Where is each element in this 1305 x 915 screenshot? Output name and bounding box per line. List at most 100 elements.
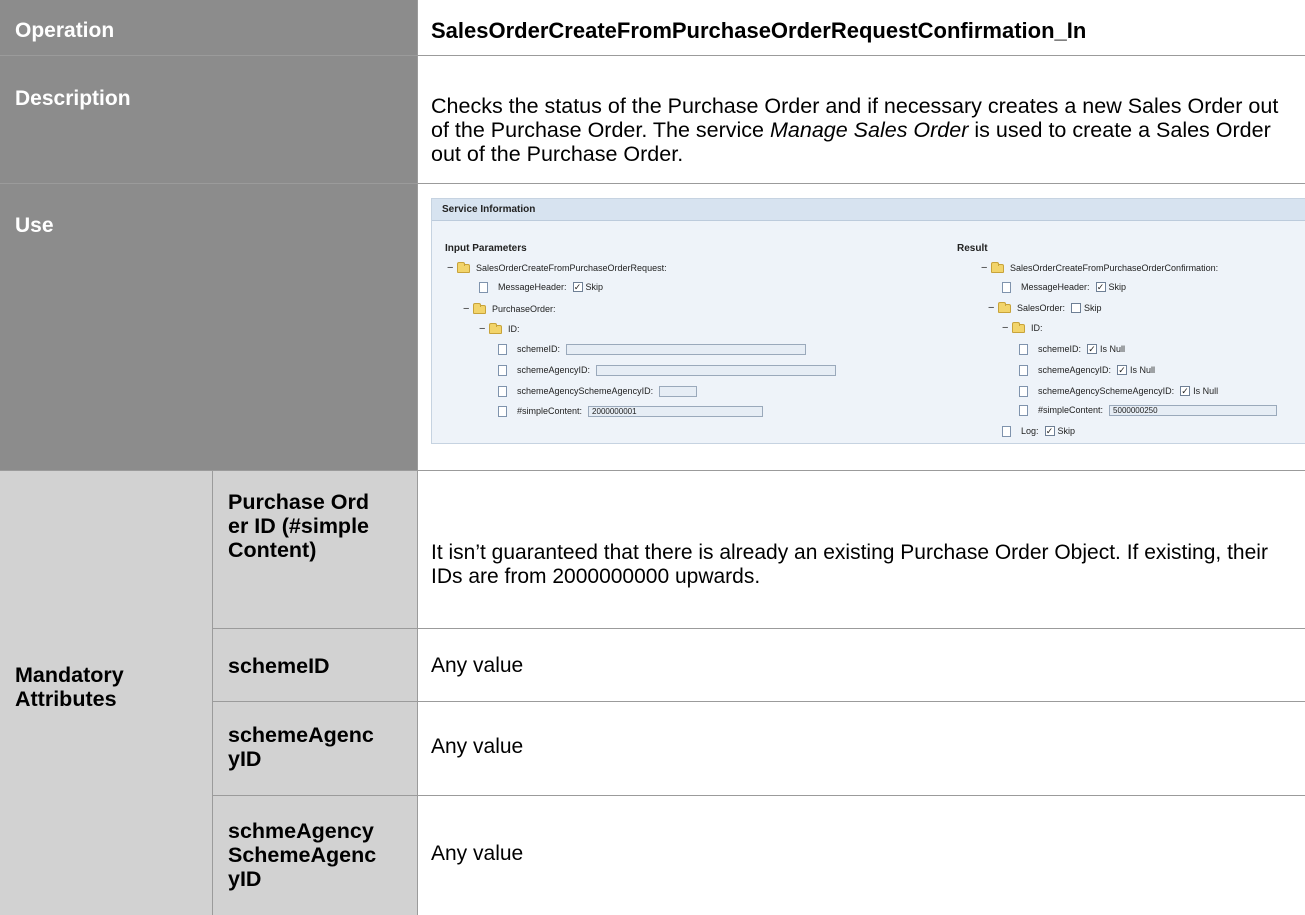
document-icon xyxy=(1019,343,1028,355)
input-parameters-label: Input Parameters xyxy=(445,243,527,254)
divider xyxy=(0,470,1305,471)
result-root-label: SalesOrderCreateFromPurchaseOrderConfirm… xyxy=(1010,263,1219,273)
scheme-agency-id-label: schemeAgencyID: xyxy=(1038,365,1112,375)
input-scheme-id-row: schemeID: xyxy=(498,342,807,356)
result-scheme-id-row: schemeID: ✓ Is Null xyxy=(1019,342,1125,356)
result-root-node[interactable]: − SalesOrderCreateFromPurchaseOrderConfi… xyxy=(981,261,1218,275)
input-id-node[interactable]: − ID: xyxy=(479,322,520,336)
result-scheme-agency-scheme-agency-id-row: schemeAgencySchemeAgencyID: ✓ Is Null xyxy=(1019,384,1218,398)
mandatory-label-cell: Mandatory Attributes xyxy=(0,471,212,915)
attr-value-cell: Any value xyxy=(418,702,1305,795)
divider xyxy=(0,55,1305,56)
result-scheme-agency-id-row: schemeAgencyID: ✓ Is Null xyxy=(1019,363,1155,377)
folder-icon xyxy=(991,261,1004,273)
divider xyxy=(212,795,1305,796)
description-label-cell: Description xyxy=(0,56,417,183)
operation-label-cell: Operation xyxy=(0,0,417,55)
divider xyxy=(212,471,213,915)
input-scheme-agency-scheme-agency-id-row: schemeAgencySchemeAgencyID: xyxy=(498,384,698,398)
purchase-order-label: PurchaseOrder: xyxy=(492,304,556,314)
is-null-checkbox[interactable]: ✓ xyxy=(1180,386,1191,396)
collapse-icon[interactable]: − xyxy=(463,303,473,315)
divider xyxy=(212,628,1305,629)
skip-label: Skip xyxy=(1084,303,1102,313)
input-root-node[interactable]: − SalesOrderCreateFromPurchaseOrderReque… xyxy=(447,261,667,275)
is-null-checkbox[interactable]: ✓ xyxy=(1087,344,1098,354)
document-icon xyxy=(1002,281,1011,293)
attr-name-cell: schemeID xyxy=(213,629,417,701)
attr-value-scheme-id: Any value xyxy=(431,654,524,677)
result-message-header-label: MessageHeader: xyxy=(1021,282,1090,292)
skip-label: Skip xyxy=(585,282,604,292)
document-icon xyxy=(498,405,507,417)
collapse-icon[interactable]: − xyxy=(988,302,998,314)
use-label-cell: Use xyxy=(0,184,417,470)
divider xyxy=(417,0,418,915)
attr-name-cell: schmeAgencySchemeAgencyID xyxy=(213,796,417,915)
result-id-node[interactable]: − ID: xyxy=(1002,321,1043,335)
scheme-id-label: schemeID: xyxy=(517,344,561,354)
result-message-header-node: MessageHeader: ✓ Skip xyxy=(1002,280,1126,294)
scheme-agency-scheme-agency-id-label: schemeAgencySchemeAgencyID: xyxy=(1038,386,1175,396)
collapse-icon[interactable]: − xyxy=(447,262,457,274)
result-simple-content-row: #simpleContent: 5000000250 xyxy=(1019,403,1278,417)
log-label: Log: xyxy=(1021,426,1039,436)
collapse-icon[interactable]: − xyxy=(981,262,991,274)
id-label: ID: xyxy=(1031,323,1043,333)
document-icon xyxy=(498,343,507,355)
is-null-label: Is Null xyxy=(1193,386,1219,396)
attr-name-schme-agency-scheme-agency-id: schmeAgencySchemeAgencyID xyxy=(228,819,377,891)
attr-value-cell: Any value xyxy=(418,796,1305,915)
document-icon xyxy=(498,364,507,376)
input-scheme-agency-id-row: schemeAgencyID: xyxy=(498,363,837,377)
input-root-label: SalesOrderCreateFromPurchaseOrderRequest… xyxy=(476,263,667,273)
folder-icon xyxy=(457,261,470,273)
operation-value: SalesOrderCreateFromPurchaseOrderRequest… xyxy=(431,18,1087,43)
scheme-id-label: schemeID: xyxy=(1038,344,1082,354)
scheme-agency-scheme-agency-id-label: schemeAgencySchemeAgencyID: xyxy=(517,386,654,396)
result-log-node: Log: ✓ Skip xyxy=(1002,424,1075,438)
attr-name-scheme-id: schemeID xyxy=(228,654,330,678)
skip-checkbox[interactable]: ✓ xyxy=(572,282,583,292)
document-icon xyxy=(1002,425,1011,437)
divider xyxy=(0,183,1305,184)
result-sales-order-node[interactable]: − SalesOrder: Skip xyxy=(988,301,1102,315)
operation-value-cell: SalesOrderCreateFromPurchaseOrderRequest… xyxy=(418,0,1305,55)
use-label: Use xyxy=(15,214,54,237)
attr-value-schme-agency-scheme-agency-id: Any value xyxy=(431,842,524,865)
id-label: ID: xyxy=(508,324,520,334)
sales-order-label: SalesOrder: xyxy=(1017,303,1066,313)
simple-content-field[interactable]: 5000000250 xyxy=(1109,404,1278,416)
description-label: Description xyxy=(15,87,131,110)
is-null-checkbox[interactable]: ✓ xyxy=(1117,365,1128,375)
skip-checkbox[interactable] xyxy=(1071,303,1082,313)
skip-checkbox[interactable]: ✓ xyxy=(1044,426,1055,436)
scheme-id-field[interactable] xyxy=(566,343,807,355)
simple-content-field[interactable]: 2000000001 xyxy=(588,405,764,417)
folder-icon xyxy=(998,301,1011,313)
document-icon xyxy=(1019,364,1028,376)
folder-icon xyxy=(1012,321,1025,333)
scheme-agency-scheme-agency-id-field[interactable] xyxy=(659,385,698,397)
document-icon xyxy=(1019,404,1028,416)
operation-label: Operation xyxy=(15,19,115,42)
is-null-label: Is Null xyxy=(1100,344,1126,354)
attr-value-cell: It isn’t guaranteed that there is alread… xyxy=(418,471,1305,628)
attr-value-scheme-agency-id: Any value xyxy=(431,735,524,758)
spec-table: Operation SalesOrderCreateFromPurchaseOr… xyxy=(0,0,1305,915)
scheme-agency-id-field[interactable] xyxy=(596,364,837,376)
document-icon xyxy=(479,281,488,293)
attr-value-purchase-order-id: It isn’t guaranteed that there is alread… xyxy=(431,541,1268,588)
is-null-label: Is Null xyxy=(1130,365,1156,375)
attr-name-scheme-agency-id: schemeAgencyID xyxy=(228,723,374,771)
input-purchase-order-node[interactable]: − PurchaseOrder: xyxy=(463,302,556,316)
skip-checkbox[interactable]: ✓ xyxy=(1095,282,1106,292)
document-icon xyxy=(1019,385,1028,397)
collapse-icon[interactable]: − xyxy=(479,323,489,335)
divider xyxy=(212,701,1305,702)
skip-label: Skip xyxy=(1057,426,1076,436)
description-value-cell: Checks the status of the Purchase Order … xyxy=(418,56,1305,183)
collapse-icon[interactable]: − xyxy=(1002,322,1012,334)
service-information-panel: Service Information Input Parameters Res… xyxy=(431,198,1305,444)
result-label: Result xyxy=(957,243,988,254)
